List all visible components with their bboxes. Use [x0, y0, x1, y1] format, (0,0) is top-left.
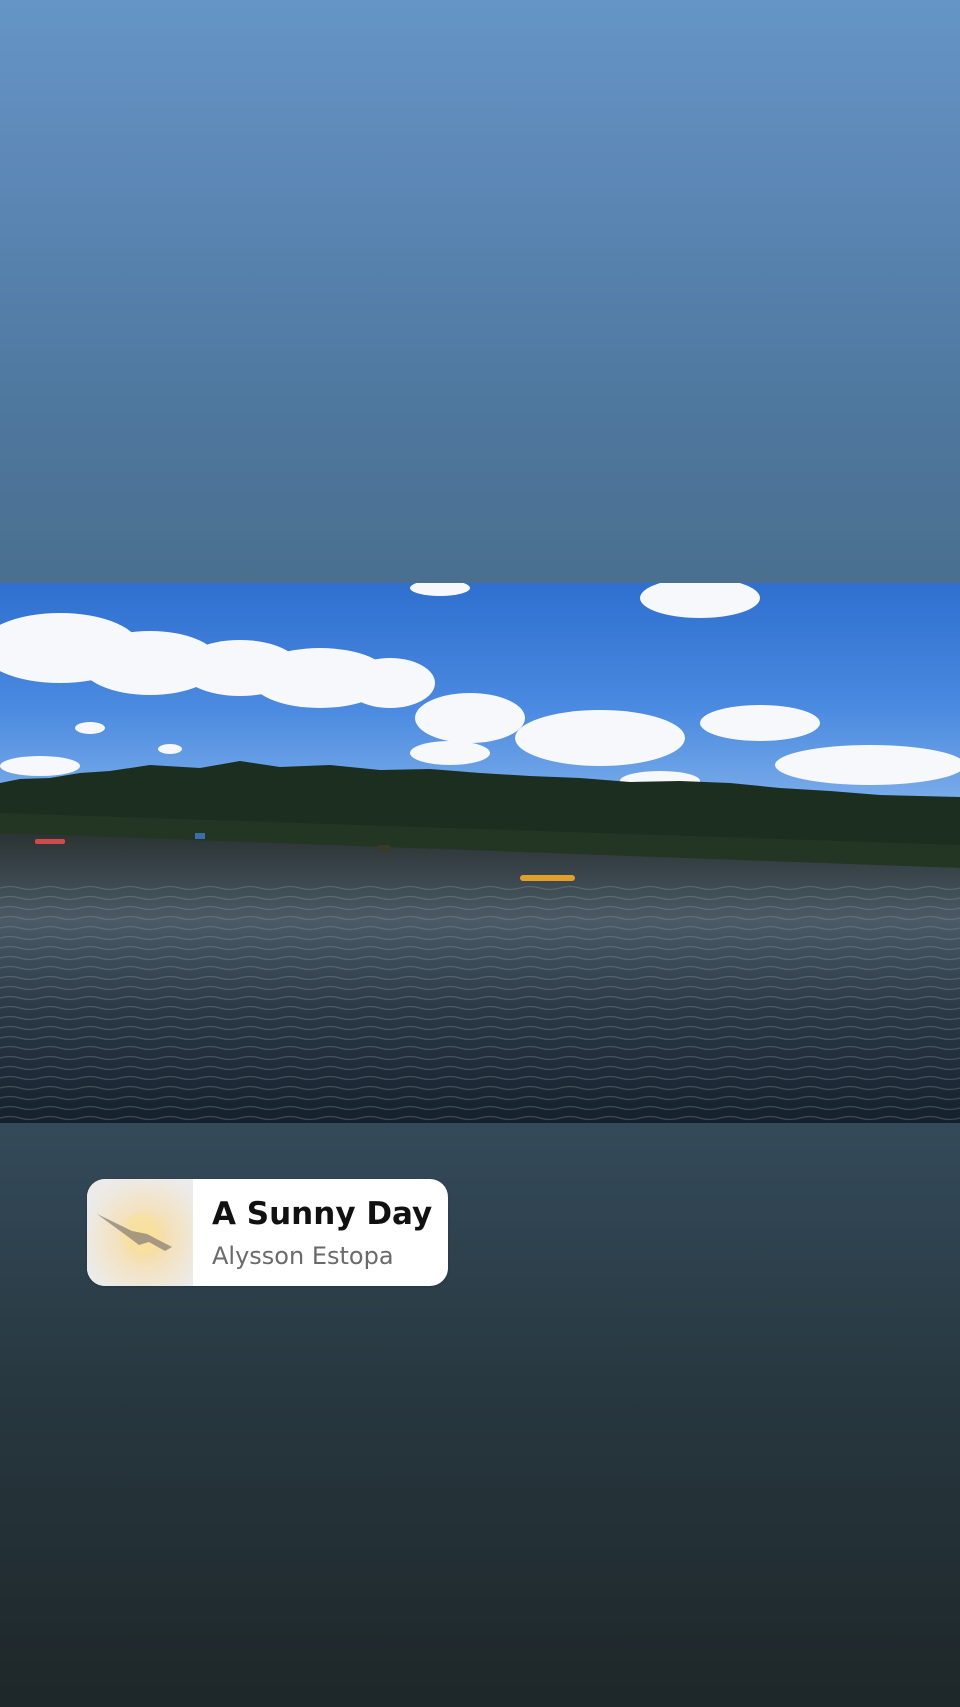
bird-over-sun-icon [87, 1179, 193, 1286]
track-title: A Sunny Day [212, 1195, 433, 1232]
lake-landscape-photo[interactable] [0, 583, 960, 1123]
album-art [87, 1179, 193, 1286]
track-info: A Sunny Day Alysson Estopa [193, 1179, 448, 1286]
track-artist: Alysson Estopa [212, 1241, 394, 1270]
lake-landscape-image [0, 583, 960, 1123]
story-canvas: A Sunny Day Alysson Estopa [0, 0, 960, 1707]
music-sticker[interactable]: A Sunny Day Alysson Estopa [87, 1179, 448, 1286]
